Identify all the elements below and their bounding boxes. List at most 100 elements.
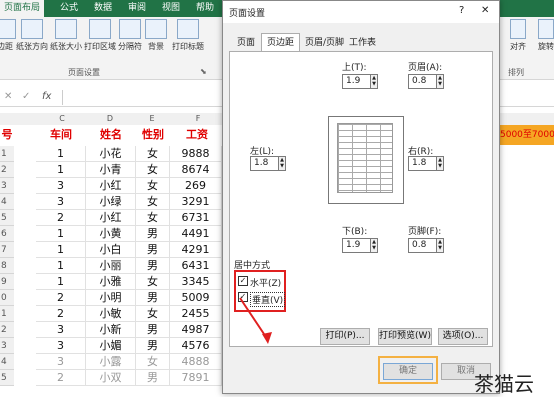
cell-c[interactable]: 3 [36,338,86,354]
cell-sex[interactable]: 女 [136,354,170,370]
cell-name[interactable]: 小绿 [86,194,136,210]
cell-name[interactable]: 小新 [86,322,136,338]
cell-c[interactable]: 2 [36,370,86,386]
left-input[interactable]: 1.8 ▲ ▼ [250,156,286,171]
cell-pay[interactable]: 5009 [170,290,222,306]
cell-sex[interactable]: 女 [136,194,170,210]
cell-c[interactable]: 3 [36,322,86,338]
column-header-f[interactable]: F [186,113,210,125]
column-header-c[interactable]: C [50,113,74,125]
cell-c[interactable]: 1 [36,162,86,178]
bottom-spinner-icon[interactable]: ▲ ▼ [370,238,378,253]
tab-formulas[interactable]: 公式 [56,0,82,17]
cell-name[interactable]: 小黄 [86,226,136,242]
cell-pay[interactable]: 3345 [170,274,222,290]
cell-c[interactable]: 3 [36,178,86,194]
row-number[interactable]: 1 [0,146,14,162]
cell-name[interactable]: 小青 [86,162,136,178]
tab-margins[interactable]: 页边距 [261,33,301,52]
cell-sex[interactable]: 男 [136,338,170,354]
cell-name[interactable]: 小红 [86,178,136,194]
cell-sex[interactable]: 女 [136,146,170,162]
cell-sex[interactable]: 女 [136,274,170,290]
row-number[interactable]: 9 [0,274,14,290]
cell-pay[interactable]: 3291 [170,194,222,210]
formula-input[interactable] [62,90,223,105]
header-spinner-icon[interactable]: ▲ ▼ [436,74,444,89]
cell-sex[interactable]: 男 [136,370,170,386]
cell-name[interactable]: 小红 [86,210,136,226]
cell-name[interactable]: 小双 [86,370,136,386]
cell-pay[interactable]: 4987 [170,322,222,338]
cell-name[interactable]: 小媚 [86,338,136,354]
row-number[interactable]: 2 [0,322,14,338]
rotate-button[interactable]: 旋转 [534,19,554,52]
cell-c[interactable]: 3 [36,194,86,210]
row-number[interactable]: 7 [0,242,14,258]
enter-icon[interactable]: ✓ [22,91,30,102]
row-number[interactable]: 3 [0,338,14,354]
cell-c[interactable]: 3 [36,354,86,370]
top-input[interactable]: 1.9 ▲ ▼ [342,74,378,89]
cell-sex[interactable]: 男 [136,290,170,306]
cell-name[interactable]: 小明 [86,290,136,306]
cell-pay[interactable]: 4491 [170,226,222,242]
row-number[interactable]: 4 [0,354,14,370]
cell-sex[interactable]: 女 [136,210,170,226]
cell-c[interactable]: 1 [36,242,86,258]
print-titles-button[interactable]: 打印标题 [168,19,208,52]
column-header-e[interactable]: E [140,113,164,125]
cell-name[interactable]: 小丽 [86,258,136,274]
tab-data[interactable]: 数据 [90,0,116,17]
tab-view[interactable]: 视图 [158,0,184,17]
cell-sex[interactable]: 男 [136,242,170,258]
cell-pay[interactable]: 8674 [170,162,222,178]
header-margin-input[interactable]: 0.8 ▲ ▼ [408,74,444,89]
cell-pay[interactable]: 9888 [170,146,222,162]
right-spinner-icon[interactable]: ▲ ▼ [436,156,444,171]
cell-name[interactable]: 小雅 [86,274,136,290]
options-button[interactable]: 选项(O)... [438,328,488,345]
cell-name[interactable]: 小白 [86,242,136,258]
cell-c[interactable]: 1 [36,226,86,242]
horizontal-checkbox[interactable]: ✓ [238,276,248,286]
left-spinner-icon[interactable]: ▲ ▼ [278,156,286,171]
help-icon[interactable]: ? [459,5,464,16]
fx-icon[interactable]: fx [42,91,51,102]
tab-sheet[interactable]: 工作表 [343,33,382,51]
row-number[interactable]: 1 [0,306,14,322]
row-number[interactable]: 8 [0,258,14,274]
footer-margin-input[interactable]: 0.8 ▲ ▼ [408,238,444,253]
right-input[interactable]: 1.8 ▲ ▼ [408,156,444,171]
tab-page-layout[interactable]: 页面布局 [0,0,44,17]
cell-name[interactable]: 小敏 [86,306,136,322]
footer-spinner-icon[interactable]: ▲ ▼ [436,238,444,253]
tab-page[interactable]: 页面 [231,33,261,51]
column-header-d[interactable]: D [98,113,122,125]
cell-sex[interactable]: 男 [136,322,170,338]
dialog-launcher-icon[interactable]: ⬊ [200,67,207,76]
align-button[interactable]: 对齐 [506,19,530,52]
tab-review[interactable]: 审阅 [124,0,150,17]
cell-c[interactable]: 2 [36,290,86,306]
cell-sex[interactable]: 男 [136,226,170,242]
print-button[interactable]: 打印(P)... [320,328,370,345]
tab-help[interactable]: 帮助 [192,0,218,17]
cell-pay[interactable]: 6431 [170,258,222,274]
cell-c[interactable]: 2 [36,306,86,322]
row-number[interactable]: 5 [0,370,14,386]
cell-name[interactable]: 小花 [86,146,136,162]
cell-name[interactable]: 小露 [86,354,136,370]
cell-pay[interactable]: 6731 [170,210,222,226]
bottom-input[interactable]: 1.9 ▲ ▼ [342,238,378,253]
cell-pay[interactable]: 7891 [170,370,222,386]
cell-sex[interactable]: 女 [136,178,170,194]
row-number[interactable]: 2 [0,162,14,178]
row-number[interactable]: 0 [0,290,14,306]
cell-pay[interactable]: 2455 [170,306,222,322]
close-icon[interactable]: ✕ [481,5,489,16]
cell-pay[interactable]: 4291 [170,242,222,258]
cell-c[interactable]: 2 [36,210,86,226]
cell-c[interactable]: 1 [36,274,86,290]
cell-pay[interactable]: 269 [170,178,222,194]
